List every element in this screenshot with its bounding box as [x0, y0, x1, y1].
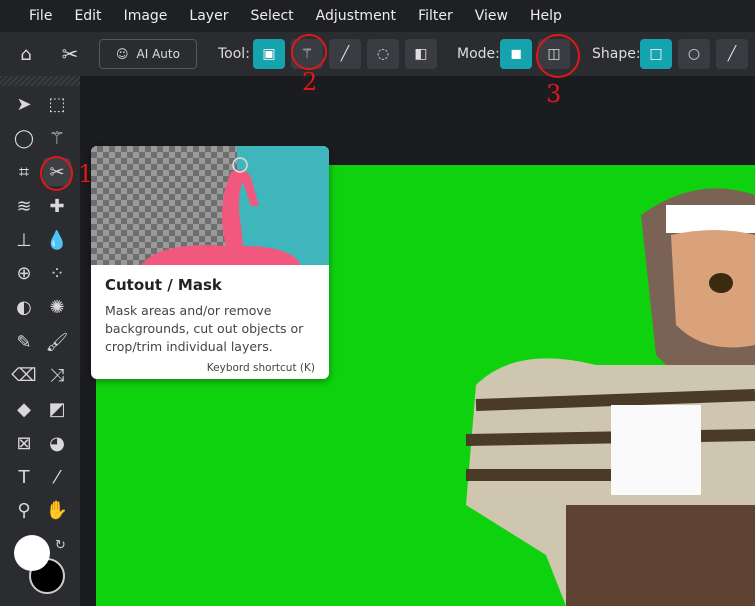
- zoom-tool-icon[interactable]: ⚲: [10, 496, 38, 524]
- annotation-circle-3: [536, 34, 580, 78]
- eyedropper-tool-icon[interactable]: ⁄: [43, 463, 71, 491]
- tooltip-description: Mask areas and/or remove backgrounds, cu…: [105, 303, 304, 354]
- eraser-tool-icon[interactable]: ⌫: [10, 361, 38, 389]
- dodge-tool-icon[interactable]: ◐: [10, 293, 38, 321]
- menu-image[interactable]: Image: [124, 8, 168, 24]
- scissors-icon[interactable]: ✂: [56, 39, 84, 69]
- menu-select[interactable]: Select: [250, 8, 293, 24]
- marquee-tool-icon[interactable]: ⬚: [43, 90, 71, 118]
- text-tool-icon[interactable]: T: [10, 463, 38, 491]
- tool-brush-button[interactable]: ╱: [329, 39, 361, 69]
- cutout-mask-tooltip: Cutout / Mask Mask areas and/or remove b…: [91, 146, 329, 379]
- gradient-tool-icon[interactable]: ◩: [43, 395, 71, 423]
- shape-line-button[interactable]: ╱: [716, 39, 748, 69]
- blur-tool-icon[interactable]: 💧: [43, 226, 71, 254]
- heal-tool-icon[interactable]: ✚: [43, 192, 71, 220]
- menu-help[interactable]: Help: [530, 8, 562, 24]
- menu-adjustment[interactable]: Adjustment: [316, 8, 396, 24]
- shape-label: Shape:: [592, 46, 641, 62]
- shape-rectangle-button[interactable]: □: [640, 39, 672, 69]
- replace-color-tool-icon[interactable]: ⤨: [43, 361, 71, 389]
- tool-lock-mask-button[interactable]: ▣: [253, 39, 285, 69]
- lasso-tool-icon[interactable]: ◯: [10, 124, 38, 152]
- sponge-tool-icon[interactable]: ⁘: [43, 259, 71, 287]
- menu-bar: File Edit Image Layer Select Adjustment …: [0, 0, 755, 32]
- mode-add-button[interactable]: ◼: [500, 39, 532, 69]
- mode-label: Mode:: [457, 46, 500, 62]
- annotation-circle-2: [291, 34, 327, 70]
- flamingo-illustration: [141, 157, 301, 265]
- frame-tool-icon[interactable]: ⊠: [10, 429, 38, 457]
- menu-edit[interactable]: Edit: [74, 8, 101, 24]
- menu-filter[interactable]: Filter: [418, 8, 453, 24]
- robot-icon: ☺: [116, 47, 129, 61]
- tooltip-title: Cutout / Mask: [105, 276, 222, 294]
- crop-tool-icon[interactable]: ⌗: [10, 158, 38, 186]
- shape-ellipse-button[interactable]: ○: [678, 39, 710, 69]
- tooltip-shortcut: Keybord shortcut (K): [206, 362, 315, 374]
- fill-tool-icon[interactable]: ◆: [10, 395, 38, 423]
- foreground-color-swatch[interactable]: [14, 535, 50, 571]
- home-icon[interactable]: ⌂: [12, 39, 40, 69]
- annotation-number-3: 3: [546, 80, 562, 108]
- tooltip-preview-image: [91, 146, 329, 265]
- pencil-tool-icon[interactable]: ✎: [10, 328, 38, 356]
- menu-view[interactable]: View: [475, 8, 508, 24]
- tool-gradient-button[interactable]: ◧: [405, 39, 437, 69]
- panel-grip[interactable]: [0, 76, 80, 86]
- annotation-number-2: 2: [302, 68, 318, 96]
- clone-stamp-tool-icon[interactable]: ⊥: [10, 226, 38, 254]
- move-tool-icon[interactable]: ➤: [10, 90, 38, 118]
- hand-tool-icon[interactable]: ✋: [43, 496, 71, 524]
- burn-tool-icon[interactable]: ✺: [43, 293, 71, 321]
- brush-tool-icon[interactable]: 🖌: [43, 328, 71, 356]
- annotation-number-1: 1: [78, 160, 94, 188]
- shape-tool-icon[interactable]: ◕: [43, 429, 71, 457]
- pattern-tool-icon[interactable]: ⊕: [10, 259, 38, 287]
- liquify-tool-icon[interactable]: ≋: [10, 192, 38, 220]
- ai-auto-button[interactable]: ☺ AI Auto: [99, 39, 197, 69]
- tool-lasso-button[interactable]: ◌: [367, 39, 399, 69]
- swap-colors-icon[interactable]: ↻: [55, 538, 66, 553]
- menu-file[interactable]: File: [29, 8, 52, 24]
- annotation-circle-1: [40, 156, 73, 191]
- menu-layer[interactable]: Layer: [189, 8, 228, 24]
- tool-label: Tool:: [218, 46, 250, 62]
- magic-wand-tool-icon[interactable]: ⚚: [43, 124, 71, 152]
